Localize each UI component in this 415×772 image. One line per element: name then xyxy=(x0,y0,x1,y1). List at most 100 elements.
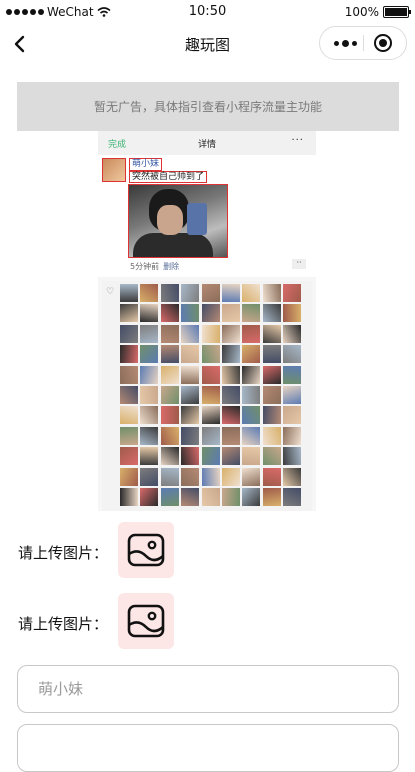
liker-avatar xyxy=(160,406,179,425)
liker-avatar xyxy=(262,345,281,364)
liker-avatar xyxy=(201,284,220,302)
liker-avatar xyxy=(201,385,220,404)
close-miniprogram-icon[interactable] xyxy=(374,34,392,52)
liker-avatar xyxy=(120,447,138,466)
liker-avatar xyxy=(160,284,179,302)
liker-avatar xyxy=(120,385,138,404)
preview-post-photo xyxy=(128,184,228,258)
liker-avatar xyxy=(283,467,302,486)
liker-avatar xyxy=(120,345,138,364)
liker-avatar xyxy=(140,304,159,323)
text-field[interactable] xyxy=(17,724,399,772)
preview-post-time: 5分钟前 xyxy=(130,262,160,271)
liker-avatar xyxy=(221,284,240,302)
upload-image-button[interactable] xyxy=(118,593,174,649)
liker-avatar xyxy=(283,487,302,506)
upload-label: 请上传图片： xyxy=(18,615,109,633)
liker-avatar xyxy=(140,406,159,425)
navigation-bar: 趣玩图 xyxy=(0,24,415,64)
liker-avatar xyxy=(262,447,281,466)
liker-avatar xyxy=(140,385,159,404)
liker-avatar xyxy=(283,284,302,302)
nickname-input[interactable] xyxy=(36,679,380,699)
liker-avatar xyxy=(160,345,179,364)
liker-avatar xyxy=(160,467,179,486)
ad-placeholder-text: 暂无广告，具体指引查看小程序流量主功能 xyxy=(93,100,322,114)
liker-avatar xyxy=(160,426,179,445)
liker-avatar xyxy=(201,426,220,445)
liker-avatar xyxy=(283,385,302,404)
liker-avatar-grid xyxy=(120,284,302,506)
liker-avatar xyxy=(140,365,159,384)
liker-avatar xyxy=(262,406,281,425)
preview-post: 萌小妹 突然被自己帅到了 5分钟前 删除 ·· xyxy=(98,155,316,277)
status-bar: WeChat 10:50 100% xyxy=(0,0,415,24)
heart-icon: ♡ xyxy=(106,287,115,297)
liker-avatar xyxy=(262,426,281,445)
liker-avatar xyxy=(221,426,240,445)
liker-avatar xyxy=(181,385,200,404)
liker-avatar xyxy=(201,487,220,506)
liker-avatar xyxy=(242,365,261,384)
liker-avatar xyxy=(221,365,240,384)
liker-avatar xyxy=(221,487,240,506)
liker-avatar xyxy=(120,487,138,506)
liker-avatar xyxy=(120,467,138,486)
liker-avatar xyxy=(221,406,240,425)
preview-header: 完成 详情 ··· xyxy=(98,131,316,155)
liker-avatar xyxy=(160,447,179,466)
image-icon xyxy=(127,533,165,567)
liker-avatar xyxy=(120,304,138,323)
liker-avatar xyxy=(201,447,220,466)
liker-avatar xyxy=(283,324,302,343)
preview-title: 详情 xyxy=(197,140,216,150)
liker-avatar xyxy=(120,406,138,425)
preview-likes-panel: ♡ xyxy=(102,281,312,511)
battery-percent: 100% xyxy=(344,5,379,19)
liker-avatar xyxy=(262,467,281,486)
liker-avatar xyxy=(262,365,281,384)
upload-image-button[interactable] xyxy=(118,522,174,578)
liker-avatar xyxy=(221,467,240,486)
nickname-field[interactable] xyxy=(17,665,399,713)
liker-avatar xyxy=(283,304,302,323)
liker-avatar xyxy=(242,487,261,506)
liker-avatar xyxy=(283,345,302,364)
liker-avatar xyxy=(120,324,138,343)
liker-avatar xyxy=(140,487,159,506)
liker-avatar xyxy=(181,447,200,466)
liker-avatar xyxy=(242,324,261,343)
liker-avatar xyxy=(181,487,200,506)
liker-avatar xyxy=(262,304,281,323)
liker-avatar xyxy=(242,426,261,445)
liker-avatar xyxy=(140,345,159,364)
liker-avatar xyxy=(181,284,200,302)
liker-avatar xyxy=(160,487,179,506)
text-input[interactable] xyxy=(36,738,380,758)
liker-avatar xyxy=(201,467,220,486)
liker-avatar xyxy=(181,406,200,425)
ad-banner: 暂无广告，具体指引查看小程序流量主功能 xyxy=(17,82,399,131)
liker-avatar xyxy=(283,406,302,425)
preview-post-meta: 5分钟前 删除 xyxy=(130,261,179,272)
liker-avatar xyxy=(242,345,261,364)
liker-avatar xyxy=(140,447,159,466)
preview-delete-link: 删除 xyxy=(163,262,180,271)
liker-avatar xyxy=(181,467,200,486)
moments-preview-image: 完成 详情 ··· 萌小妹 突然被自己帅到了 5分钟前 删除 ·· ♡ xyxy=(98,131,316,511)
liker-avatar xyxy=(160,304,179,323)
preview-post-text: 突然被自己帅到了 xyxy=(129,171,208,183)
avatar xyxy=(102,158,126,182)
preview-comment-icon: ·· xyxy=(292,259,306,269)
liker-avatar xyxy=(242,304,261,323)
liker-avatar xyxy=(201,345,220,364)
liker-avatar xyxy=(262,284,281,302)
image-icon xyxy=(127,604,165,638)
liker-avatar xyxy=(201,324,220,343)
liker-avatar xyxy=(283,426,302,445)
liker-avatar xyxy=(262,385,281,404)
liker-avatar xyxy=(201,304,220,323)
liker-avatar xyxy=(242,467,261,486)
more-options-icon[interactable] xyxy=(328,27,362,59)
capsule-divider xyxy=(363,35,364,51)
